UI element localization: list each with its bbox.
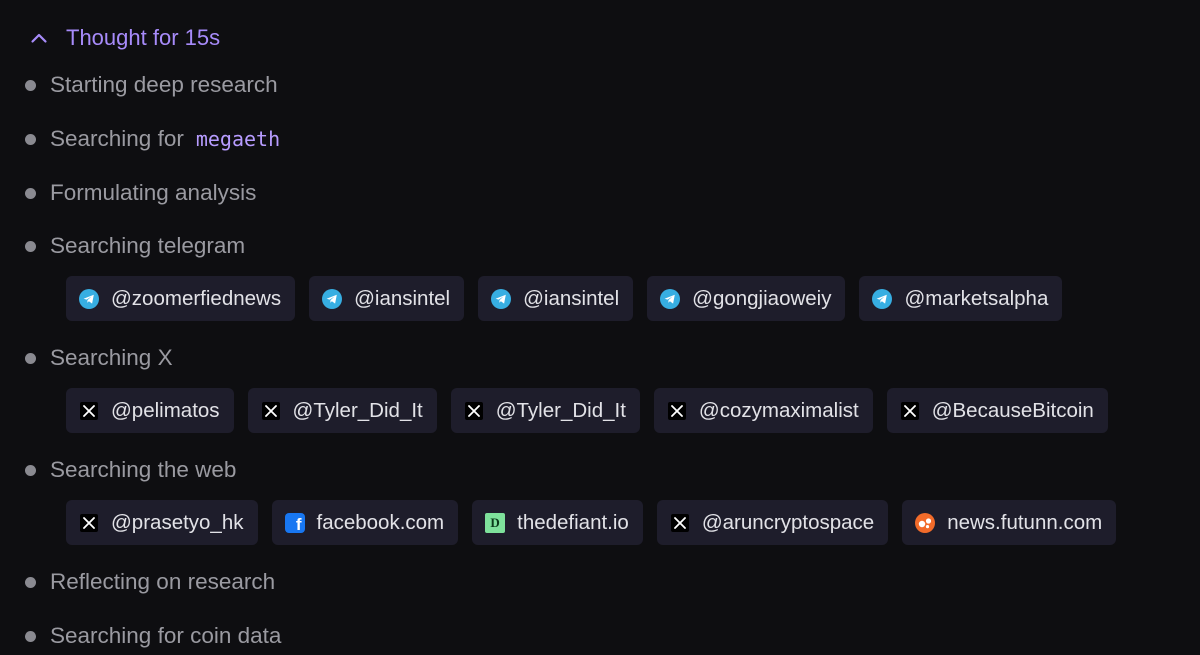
source-chip[interactable]: @Tyler_Did_It [247,388,437,433]
bullet-dot [25,133,36,145]
source-label: @prasetyo_hk [111,510,244,534]
source-chip[interactable]: @aruncryptospace [656,500,889,545]
step-item: Searching for coin data [24,620,281,652]
step-text: Reflecting on research [50,569,276,594]
source-chip[interactable]: @BecauseBitcoin [886,388,1108,433]
source-label: facebook.com [316,510,445,534]
bullet-dot [25,240,36,252]
source-chip[interactable]: @Tyler_Did_It [450,388,640,433]
telegram-icon [660,288,681,309]
bullet-dot [25,79,36,91]
web-sources: @prasetyo_hk f facebook.com D thedefiant… [66,500,1117,545]
source-chip[interactable]: @iansintel [309,276,465,321]
x-icon [900,401,920,421]
step-item: Searching the web [24,454,236,486]
telegram-icon [872,288,893,309]
bullet-dot [25,352,36,364]
bullet-dot [25,630,36,642]
step-text: Searching the web [50,457,237,482]
source-label: @BecauseBitcoin [931,398,1094,422]
source-chip[interactable]: @zoomerfiednews [66,276,296,321]
step-item: Reflecting on research [24,566,275,598]
source-label: @marketsalpha [904,286,1049,310]
step-item: Searching X [24,342,173,374]
telegram-icon [322,288,343,309]
source-label: @Tyler_Did_It [495,398,626,422]
step-item: Searching for megaeth [24,123,280,155]
source-label: thedefiant.io [517,510,629,534]
step-item: Formulating analysis [24,177,256,209]
step-text: Searching X [50,345,173,370]
step-text: Searching for [50,126,184,151]
x-icon [79,401,99,421]
source-chip[interactable]: @prasetyo_hk [66,500,258,545]
step-text: Formulating analysis [50,180,257,205]
source-chip[interactable]: @iansintel [478,276,634,321]
source-label: @zoomerfiednews [111,286,282,310]
step-text: Searching for coin data [50,623,282,648]
source-label: @iansintel [523,286,620,310]
x-sources: @pelimatos @Tyler_Did_It @Tyler_Did_It @… [66,388,1108,433]
source-label: @gongjiaoweiy [692,286,832,310]
source-chip[interactable]: @gongjiaoweiy [647,276,846,321]
source-chip[interactable]: f facebook.com [271,500,459,545]
step-text: Searching telegram [50,233,246,258]
x-icon [464,401,484,421]
source-chip[interactable]: @marketsalpha [859,276,1063,321]
source-chip[interactable]: @cozymaximalist [653,388,873,433]
step-item: Starting deep research [24,69,278,101]
step-item: Searching telegram [24,230,245,262]
source-label: @Tyler_Did_It [292,398,423,422]
x-icon [667,401,687,421]
x-icon [261,401,281,421]
source-chip[interactable]: news.futunn.com [902,500,1117,545]
x-icon [79,513,99,533]
step-text: Starting deep research [50,72,278,97]
thedefiant-icon: D [485,512,506,533]
search-query: megaeth [195,127,281,151]
x-icon [670,513,690,533]
source-label: @pelimatos [111,398,220,422]
source-chip[interactable]: D thedefiant.io [472,500,643,545]
futunn-icon [915,512,936,533]
thought-toggle[interactable]: Thought for 15s [28,22,220,54]
telegram-sources: @zoomerfiednews @iansintel @iansintel @g… [66,276,1063,321]
bullet-dot [25,464,36,476]
source-chip[interactable]: @pelimatos [66,388,234,433]
bullet-dot [25,576,36,588]
source-label: @iansintel [354,286,451,310]
facebook-icon: f [284,512,305,533]
telegram-icon [491,288,512,309]
chevron-up-icon [28,27,50,49]
bullet-dot [25,187,36,199]
source-label: @cozymaximalist [698,398,859,422]
source-label: news.futunn.com [947,510,1103,534]
source-label: @aruncryptospace [701,510,875,534]
thought-duration-label: Thought for 15s [66,25,221,50]
telegram-icon [79,288,99,309]
